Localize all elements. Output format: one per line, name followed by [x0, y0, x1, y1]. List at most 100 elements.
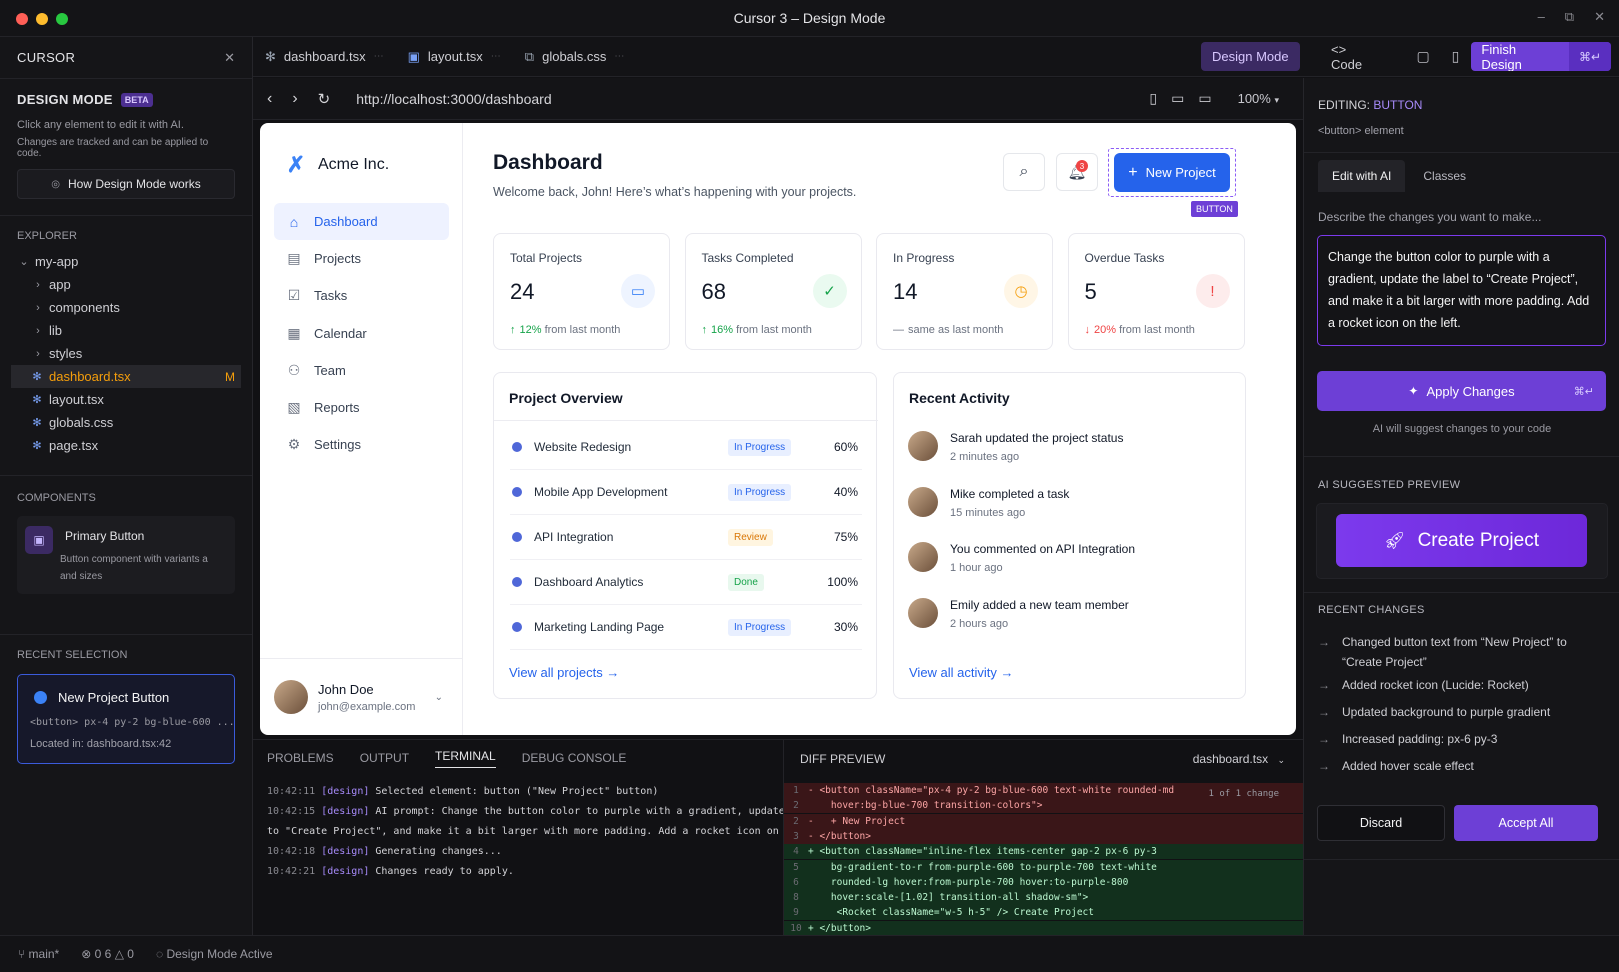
diff-file-select[interactable]: dashboard.tsx ⌄	[1193, 752, 1285, 766]
desktop-icon[interactable]: ▭	[1171, 90, 1184, 107]
back-icon[interactable]: ‹	[267, 90, 272, 108]
preview-icon[interactable]: ▢	[1416, 48, 1429, 65]
nav-item-calendar[interactable]: ▦ Calendar	[274, 315, 449, 352]
bottom-panel: PROBLEMS OUTPUT TERMINAL DEBUG CONSOLE 1…	[253, 739, 839, 935]
search-icon: ⌕	[1019, 163, 1029, 180]
view-all-projects-link[interactable]: View all projects →	[509, 665, 619, 680]
close-icon[interactable]: ✕	[1594, 9, 1605, 25]
laptop-icon[interactable]: ▭	[1198, 90, 1211, 107]
tablet-icon[interactable]: ▯	[1149, 90, 1157, 107]
design-mode-intro: DESIGN MODE BETA Click any element to ed…	[0, 79, 252, 199]
create-project-preview-button[interactable]: 🚀︎ Create Project	[1336, 514, 1587, 567]
mode-toggle: Design Mode	[1201, 42, 1300, 71]
overview-title: Project Overview	[509, 390, 623, 406]
nav-item-dashboard[interactable]: ⌂ Dashboard	[274, 203, 449, 240]
project-row[interactable]: Marketing Landing Page In Progress 30%	[510, 605, 862, 650]
project-row[interactable]: API Integration Review 75%	[510, 515, 862, 560]
reload-icon[interactable]: ↻	[318, 90, 331, 108]
prompt-textarea[interactable]: Change the button color to purple with a…	[1317, 235, 1606, 346]
close-tab-icon[interactable]: ⋯	[614, 51, 624, 62]
discard-button[interactable]: Discard	[1317, 805, 1445, 841]
tree-label: components	[49, 300, 120, 315]
stat-change: ↓ 20% from last month	[1085, 324, 1195, 336]
close-tab-icon[interactable]: ⋯	[491, 51, 501, 62]
accept-all-button[interactable]: Accept All	[1454, 805, 1598, 841]
activity-text: You commented on API Integration	[950, 542, 1136, 556]
editing-target: BUTTON	[1373, 98, 1423, 112]
project-row[interactable]: Mobile App Development In Progress 40%	[510, 470, 862, 515]
file-item[interactable]: ✻ page.tsx	[17, 434, 235, 457]
file-item[interactable]: ✻ dashboard.tsx M	[11, 365, 241, 388]
calendar-icon: ▦	[287, 324, 301, 341]
tab-problems[interactable]: PROBLEMS	[267, 751, 334, 765]
tab-terminal[interactable]: TERMINAL	[435, 749, 496, 768]
editor-tabs: Edit with AI Classes	[1318, 160, 1480, 192]
close-tab-icon[interactable]: ⋯	[374, 51, 384, 62]
info-count: 6	[104, 947, 112, 961]
problems-indicator[interactable]: ⊗ 0 6 △ 0	[81, 947, 134, 961]
status-badge: In Progress	[728, 438, 792, 456]
recent-selection-card[interactable]: New Project Button <button> px-4 py-2 bg…	[17, 674, 235, 764]
search-button[interactable]: ⌕	[1003, 153, 1045, 191]
file-icon: ✻	[32, 394, 42, 406]
project-row[interactable]: Dashboard Analytics Done 100%	[510, 560, 862, 605]
project-progress: 75%	[833, 530, 858, 544]
terminal-line: 10:42:11 [design] Selected element: butt…	[253, 782, 783, 802]
maximize-window-button[interactable]	[56, 13, 68, 25]
user-menu[interactable]: John Doe john@example.com ⌄	[260, 658, 463, 735]
project-row[interactable]: Website Redesign In Progress 60%	[510, 425, 862, 470]
tab-globals[interactable]: ⧉ globals.css ⋯	[513, 37, 637, 77]
new-project-button[interactable]: + New Project	[1114, 153, 1230, 192]
title-bar: Cursor 3 – Design Mode – ⧉ ✕	[0, 0, 1619, 37]
user-email: john@example.com	[318, 700, 416, 713]
tab-dashboard[interactable]: ✻ dashboard.tsx ⋯	[253, 37, 396, 77]
user-name: John Doe	[318, 681, 374, 697]
tab-classes[interactable]: Classes	[1409, 160, 1480, 192]
url-input[interactable]: http://localhost:3000/dashboard	[356, 91, 551, 107]
nav-item-tasks[interactable]: ☑ Tasks	[274, 277, 449, 314]
tab-edit-with-ai[interactable]: Edit with AI	[1318, 160, 1406, 192]
restore-icon[interactable]: ⧉	[1565, 9, 1574, 25]
tab-output[interactable]: OUTPUT	[360, 751, 409, 765]
nav-item-projects[interactable]: ▤ Projects	[274, 240, 449, 277]
file-item[interactable]: ✻ layout.tsx	[17, 388, 235, 411]
file-item[interactable]: ✻ globals.css	[17, 411, 235, 434]
forward-icon[interactable]: ›	[292, 90, 297, 108]
stat-value: 68	[701, 279, 726, 304]
create-project-label: Create Project	[1417, 529, 1540, 551]
nav-item-team[interactable]: ⚇ Team	[274, 352, 449, 389]
folder-item[interactable]: › components	[17, 296, 235, 319]
folder-item[interactable]: ⌄ my-app	[17, 250, 235, 273]
zoom-select[interactable]: 100% ▾	[1238, 91, 1279, 106]
address-bar: ‹ › ↻ http://localhost:3000/dashboard ▯ …	[253, 78, 1303, 120]
how-design-mode-button[interactable]: ◎ How Design Mode works	[17, 169, 235, 199]
folder-item[interactable]: › styles	[17, 342, 235, 365]
minimize-window-button[interactable]	[36, 13, 48, 25]
folder-item[interactable]: › lib	[17, 319, 235, 342]
chevron-right-icon: ›	[36, 347, 40, 360]
nav-item-settings[interactable]: ⚙ Settings	[274, 426, 449, 463]
terminal-line: 10:42:15 [design] AI prompt: Change the …	[253, 802, 839, 822]
close-sidebar-icon[interactable]: ✕	[224, 50, 235, 66]
diff-code: <Rocket className="w-5 h-5" /> Create Pr…	[808, 907, 1094, 919]
chevron-down-icon[interactable]: ⌄	[435, 692, 443, 703]
minimize-icon[interactable]: –	[1538, 9, 1545, 25]
folder-item[interactable]: › app	[17, 273, 235, 296]
apply-changes-button[interactable]: ✦ Apply Changes ⌘↵	[1317, 371, 1606, 411]
nav-item-reports[interactable]: ▧ Reports	[274, 389, 449, 426]
arrow-right-icon: →	[1318, 759, 1330, 773]
close-window-button[interactable]	[16, 13, 28, 25]
code-button[interactable]: <> Code	[1331, 42, 1380, 72]
chevron-down-icon: ⌄	[1277, 755, 1285, 765]
component-card[interactable]: ▣ Primary Button Button component with v…	[17, 516, 235, 594]
sidebar-header: CURSOR ✕	[0, 37, 252, 79]
design-mode-button[interactable]: Design Mode	[1201, 42, 1300, 71]
finish-design-button[interactable]: Finish Design ⌘↵	[1471, 42, 1611, 71]
tab-layout[interactable]: ▣ layout.tsx ⋯	[396, 37, 513, 77]
branch-indicator[interactable]: ⑂ main*	[18, 947, 59, 961]
trend-icon: —	[893, 324, 904, 336]
mobile-icon[interactable]: ▯	[1452, 48, 1460, 65]
notifications-button[interactable]: 🔔︎ 3	[1056, 153, 1098, 191]
tab-debug-console[interactable]: DEBUG CONSOLE	[522, 751, 627, 765]
view-all-activity-link[interactable]: View all activity →	[909, 665, 1014, 680]
